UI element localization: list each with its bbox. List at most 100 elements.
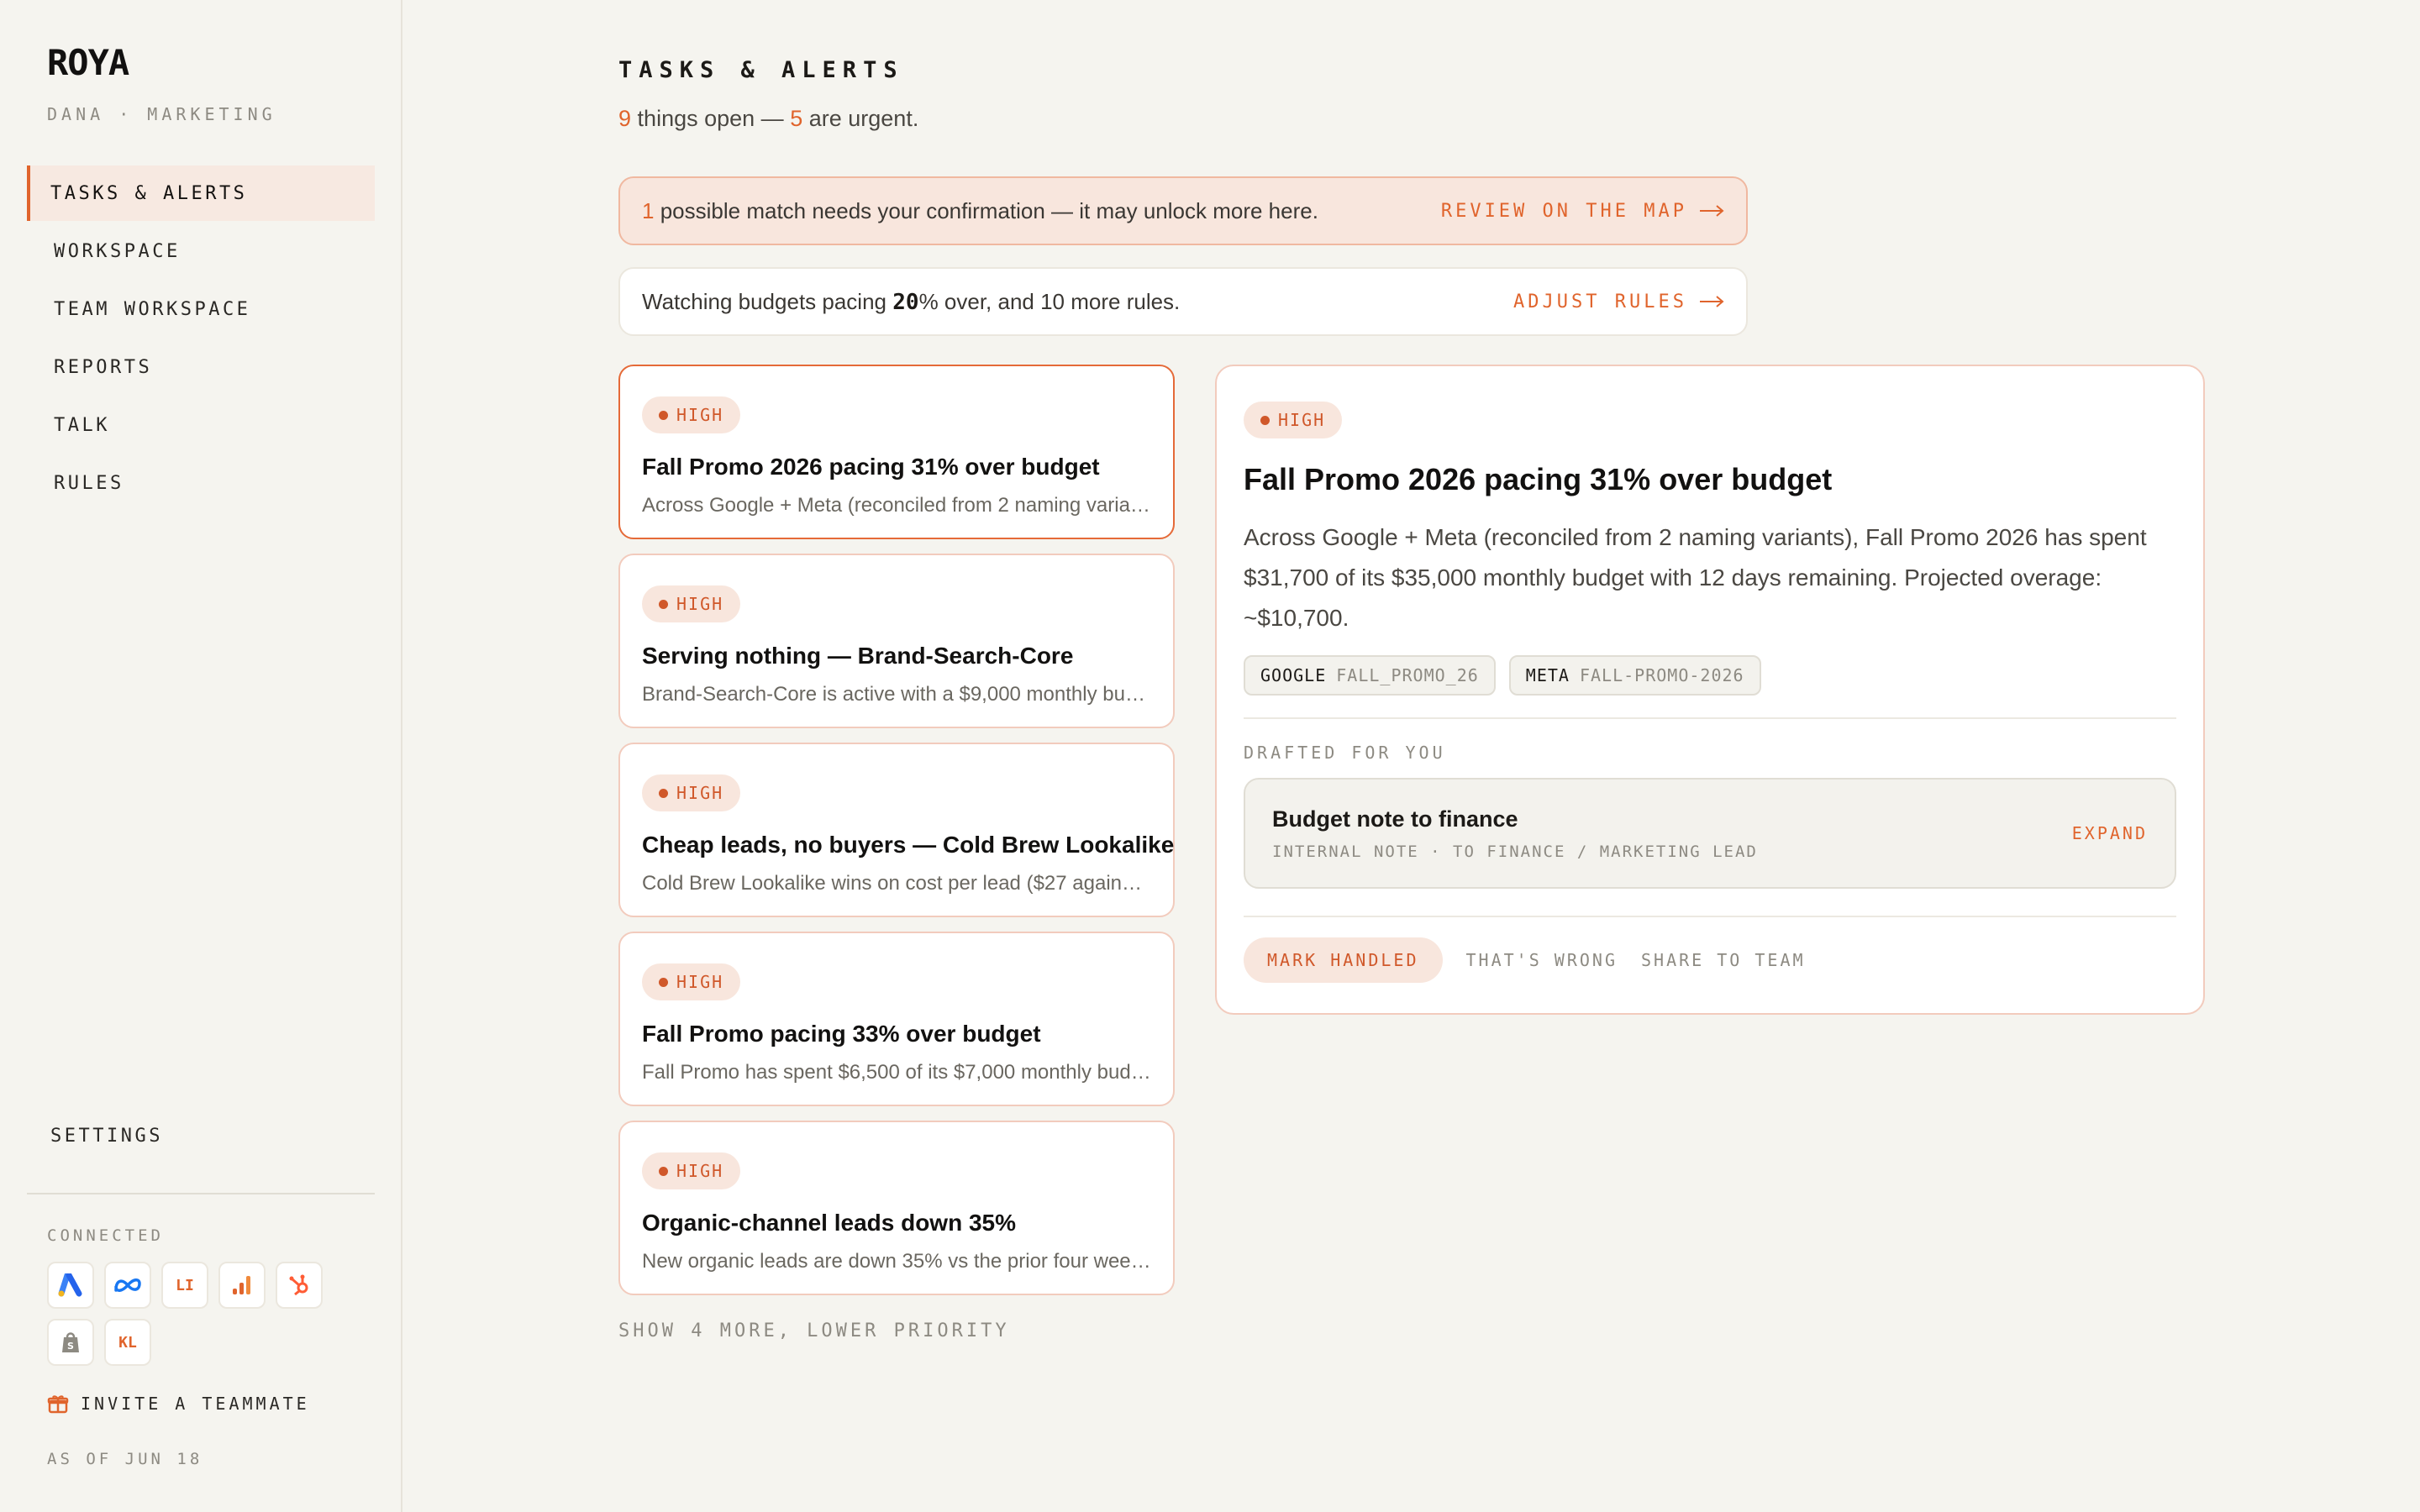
- priority-badge: HIGH: [642, 396, 741, 433]
- analytics-icon[interactable]: [218, 1262, 266, 1309]
- match-confirmation-banner: 1 possible match needs your confirmation…: [618, 176, 1748, 245]
- hubspot-icon[interactable]: [276, 1262, 323, 1309]
- alert-card[interactable]: HIGH Fall Promo 2026 pacing 31% over bud…: [618, 365, 1175, 539]
- linkedin-icon[interactable]: LI: [161, 1262, 208, 1309]
- klaviyo-icon[interactable]: KL: [104, 1319, 151, 1366]
- review-on-map-label: REVIEW ON THE MAP: [1440, 200, 1687, 222]
- priority-label: HIGH: [676, 783, 724, 803]
- adjust-rules-link[interactable]: ADJUST RULES: [1513, 291, 1724, 312]
- priority-dot: [659, 1166, 668, 1176]
- gift-icon: [47, 1395, 69, 1414]
- open-text: things open —: [637, 106, 784, 131]
- rules-banner-text: Watching budgets pacing 20% over, and 10…: [642, 289, 1180, 315]
- tag-value: FALL-PROMO-2026: [1579, 665, 1744, 685]
- draft-info: Budget note to finance INTERNAL NOTE · T…: [1272, 806, 1758, 861]
- rules-threshold-value: 20: [892, 289, 919, 315]
- detail-body: Across Google + Meta (reconciled from 2 …: [1244, 524, 2147, 631]
- alert-description: Across Google + Meta (reconciled from 2 …: [642, 494, 1151, 517]
- alert-description: New organic leads are down 35% vs the pr…: [642, 1250, 1151, 1273]
- brand-logo[interactable]: ROYA: [47, 42, 129, 83]
- draft-card[interactable]: Budget note to finance INTERNAL NOTE · T…: [1244, 778, 2176, 889]
- nav-item-rules[interactable]: RULES: [27, 455, 375, 511]
- nav-item-tasks-alerts[interactable]: TASKS & ALERTS: [27, 165, 375, 221]
- page-summary: 9 things open — 5 are urgent.: [618, 106, 918, 132]
- expand-draft-button[interactable]: EXPAND: [2072, 823, 2148, 843]
- priority-label: HIGH: [676, 972, 724, 992]
- priority-dot: [659, 788, 668, 798]
- priority-dot: [659, 599, 668, 609]
- open-count: 9: [618, 106, 632, 131]
- priority-label: HIGH: [676, 1161, 724, 1181]
- priority-label: HIGH: [676, 405, 724, 425]
- google-ads-icon[interactable]: [47, 1262, 94, 1309]
- invite-teammate-link[interactable]: INVITE A TEAMMATE: [47, 1393, 310, 1415]
- priority-label: HIGH: [676, 594, 724, 614]
- sidebar-divider: [27, 1193, 375, 1194]
- sidebar: ROYA DANA · MARKETING TASKS & ALERTS WOR…: [0, 0, 402, 1512]
- priority-dot: [659, 410, 668, 420]
- detail-title: Fall Promo 2026 pacing 31% over budget: [1244, 462, 1833, 496]
- svg-text:S: S: [67, 1341, 74, 1352]
- alert-detail-panel: HIGH Fall Promo 2026 pacing 31% over bud…: [1215, 365, 2205, 1015]
- alert-description: Brand-Search-Core is active with a $9,00…: [642, 683, 1151, 706]
- mark-handled-button[interactable]: MARK HANDLED: [1244, 937, 1443, 983]
- page-title: TASKS & ALERTS: [618, 57, 904, 83]
- drafted-label: DRAFTED FOR YOU: [1244, 743, 1446, 763]
- alert-title: Serving nothing — Brand-Search-Core: [642, 643, 1074, 669]
- alert-list: HIGH Fall Promo 2026 pacing 31% over bud…: [618, 365, 1175, 1310]
- tag-platform: GOOGLE: [1260, 665, 1327, 685]
- urgent-text: are urgent.: [808, 106, 919, 131]
- draft-subtitle: INTERNAL NOTE · TO FINANCE / MARKETING L…: [1272, 842, 1758, 861]
- draft-title: Budget note to finance: [1272, 806, 1518, 832]
- shopify-icon[interactable]: S: [47, 1319, 94, 1366]
- priority-badge: HIGH: [1244, 402, 1343, 438]
- campaign-tags: GOOGLE FALL_PROMO_26 META FALL-PROMO-202…: [1244, 655, 2176, 696]
- arrow-right-icon: [1700, 205, 1724, 217]
- nav-item-settings[interactable]: SETTINGS: [50, 1126, 163, 1147]
- rules-summary-banner: Watching budgets pacing 20% over, and 10…: [618, 267, 1748, 336]
- nav-item-team-workspace[interactable]: TEAM WORKSPACE: [27, 281, 375, 337]
- share-to-team-button[interactable]: SHARE TO TEAM: [1641, 950, 1806, 970]
- rules-suffix: % over, and 10 more rules.: [918, 288, 1181, 314]
- alert-title: Fall Promo 2026 pacing 31% over budget: [642, 454, 1100, 480]
- match-message: possible match needs your confirmation —…: [660, 197, 1318, 223]
- alert-description: Fall Promo has spent $6,500 of its $7,00…: [642, 1061, 1151, 1084]
- detail-actions: MARK HANDLED THAT'S WRONG SHARE TO TEAM: [1244, 937, 2176, 983]
- urgent-count: 5: [790, 106, 803, 131]
- alert-title: Organic-channel leads down 35%: [642, 1210, 1017, 1236]
- alert-description: Cold Brew Lookalike wins on cost per lea…: [642, 872, 1151, 895]
- adjust-rules-label: ADJUST RULES: [1513, 291, 1687, 312]
- alert-card[interactable]: HIGH Cheap leads, no buyers — Cold Brew …: [618, 743, 1175, 917]
- invite-label: INVITE A TEAMMATE: [81, 1394, 310, 1414]
- alert-title: Fall Promo pacing 33% over budget: [642, 1021, 1041, 1047]
- thats-wrong-button[interactable]: THAT'S WRONG: [1466, 950, 1618, 970]
- priority-label: HIGH: [1278, 410, 1326, 430]
- alert-title: Cheap leads, no buyers — Cold Brew Looka…: [642, 832, 1175, 858]
- tag-value: FALL_PROMO_26: [1336, 665, 1479, 685]
- tag-platform: META: [1525, 665, 1570, 685]
- workspace-subtitle: DANA · MARKETING: [47, 104, 276, 124]
- review-on-map-link[interactable]: REVIEW ON THE MAP: [1441, 201, 1724, 222]
- main-nav: TASKS & ALERTS WORKSPACE TEAM WORKSPACE …: [27, 165, 375, 513]
- arrow-right-icon: [1700, 296, 1724, 307]
- alert-card[interactable]: HIGH Organic-channel leads down 35% New …: [618, 1121, 1175, 1295]
- nav-item-workspace[interactable]: WORKSPACE: [27, 223, 375, 279]
- alert-card[interactable]: HIGH Fall Promo pacing 33% over budget F…: [618, 932, 1175, 1106]
- alert-card[interactable]: HIGH Serving nothing — Brand-Search-Core…: [618, 554, 1175, 728]
- nav-item-talk[interactable]: TALK: [27, 397, 375, 453]
- detail-divider: [1244, 717, 2176, 719]
- campaign-tag-google: GOOGLE FALL_PROMO_26: [1244, 655, 1496, 696]
- priority-badge: HIGH: [642, 963, 741, 1000]
- meta-icon[interactable]: [104, 1262, 151, 1309]
- actions-divider: [1244, 916, 2176, 917]
- connected-label: CONNECTED: [47, 1226, 164, 1245]
- nav-item-reports[interactable]: REPORTS: [27, 339, 375, 395]
- campaign-tag-meta: META FALL-PROMO-2026: [1508, 655, 1761, 696]
- priority-badge: HIGH: [642, 774, 741, 811]
- show-more-link[interactable]: SHOW 4 MORE, LOWER PRIORITY: [618, 1320, 1010, 1341]
- match-count: 1: [642, 197, 655, 223]
- match-banner-text: 1 possible match needs your confirmation…: [642, 198, 1318, 224]
- priority-badge: HIGH: [642, 585, 741, 622]
- as-of-date: AS OF JUN 18: [47, 1450, 203, 1468]
- priority-badge: HIGH: [642, 1152, 741, 1189]
